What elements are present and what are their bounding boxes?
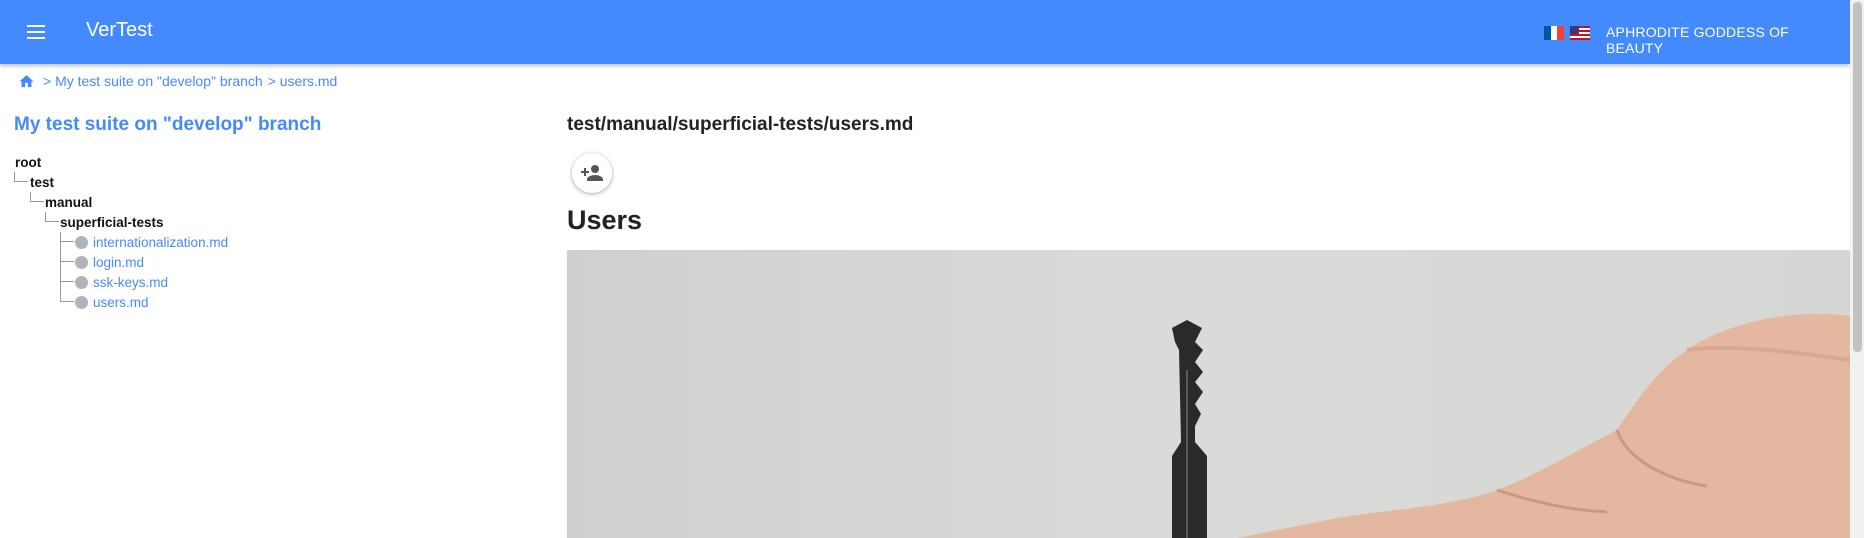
document-heading: Users [567,205,643,235]
breadcrumb-suite[interactable]: > My test suite on "develop" branch [43,73,263,89]
key-photo [567,250,1850,538]
tree-node-superficial-tests[interactable]: superficial-tests [60,215,164,230]
user-menu[interactable]: APHRODITE GODDESS OF BEAUTY [1606,24,1850,56]
file-path: test/manual/superficial-tests/users.md [567,114,914,135]
breadcrumb: > My test suite on "develop" branch > us… [18,72,337,90]
file-label: login.md [93,255,145,270]
tree-connector [60,232,74,302]
app-title[interactable]: VerTest [86,19,153,42]
tree-connector [45,212,59,222]
tree-file-users[interactable]: users.md [75,295,149,310]
sidebar-title: My test suite on "develop" branch [14,114,322,135]
status-dot-icon [75,256,88,269]
file-label: ssk-keys.md [93,275,169,290]
assign-user-button[interactable] [572,153,612,193]
add-person-icon [581,165,603,181]
file-label: users.md [93,295,149,310]
status-dot-icon [75,276,88,289]
tree-file-internationalization[interactable]: internationalization.md [75,235,228,250]
tree-node-root[interactable]: root [15,155,41,170]
tree-connector [14,172,28,182]
home-icon[interactable] [18,73,35,90]
tree-node-manual[interactable]: manual [45,195,92,210]
us-flag-icon[interactable] [1570,26,1590,40]
status-dot-icon [75,236,88,249]
breadcrumb-file[interactable]: > users.md [268,73,338,89]
tree-connector [30,192,44,202]
tree-node-test[interactable]: test [30,175,54,190]
status-dot-icon [75,296,88,309]
tree-file-ssk-keys[interactable]: ssk-keys.md [75,275,168,290]
scrollbar-thumb[interactable] [1853,2,1862,352]
tree-file-login[interactable]: login.md [75,255,144,270]
app-bar: VerTest APHRODITE GODDESS OF BEAUTY [0,0,1850,64]
file-label: internationalization.md [93,235,229,250]
menu-icon[interactable] [24,20,48,44]
page-scrollbar[interactable] [1850,0,1864,538]
french-flag-icon[interactable] [1544,26,1564,40]
